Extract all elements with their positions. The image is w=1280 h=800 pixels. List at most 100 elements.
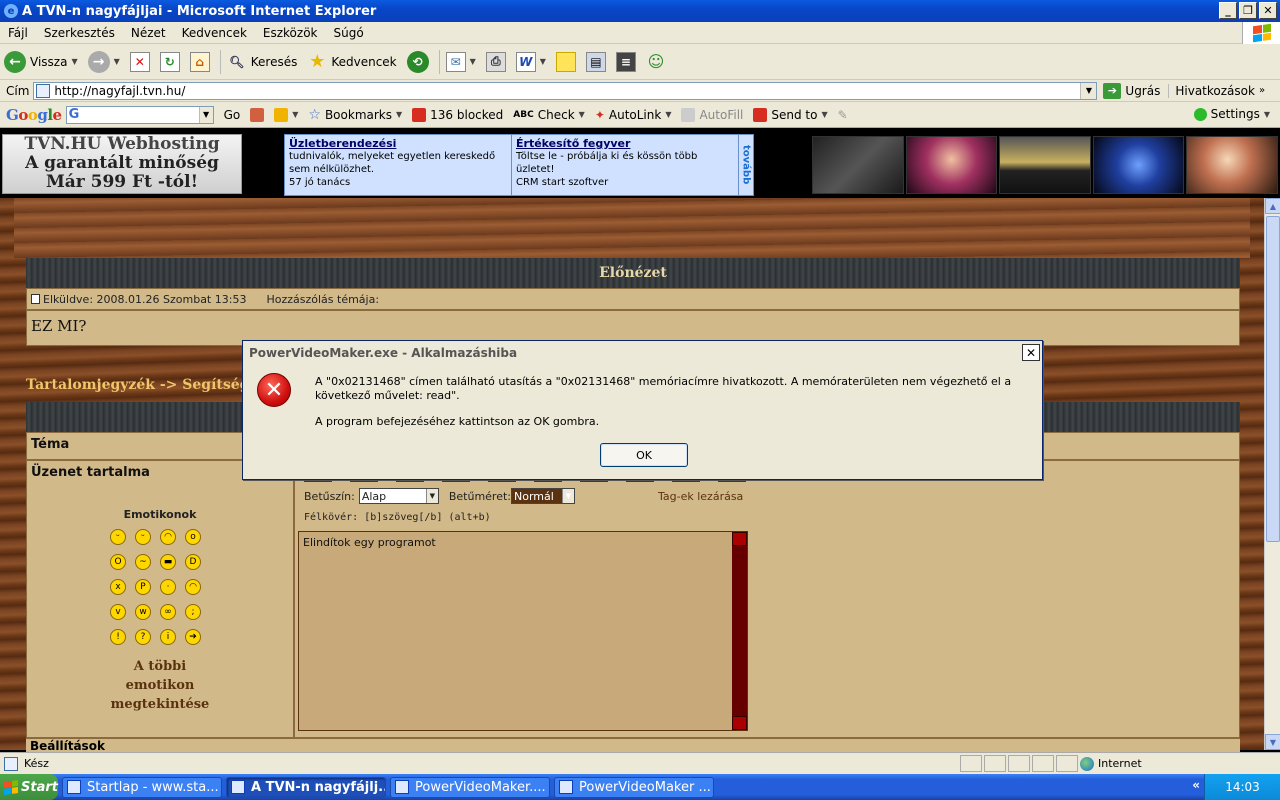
message-textarea[interactable]: Elindítok egy programot bbox=[298, 531, 748, 731]
address-input[interactable]: http://nagyfajl.tvn.hu/ ▼ bbox=[33, 81, 1098, 100]
restore-button[interactable]: ❐ bbox=[1239, 2, 1257, 19]
stop-button[interactable]: ✕ bbox=[129, 51, 150, 72]
highlight-icon[interactable]: ✎ bbox=[838, 108, 848, 122]
page-status-icon bbox=[4, 756, 18, 771]
forward-button[interactable]: → ▼ bbox=[87, 50, 120, 73]
close-tags-link[interactable]: Tag-ek lezárása bbox=[658, 490, 743, 503]
go-button[interactable]: ➔ Ugrás bbox=[1103, 82, 1160, 99]
google-go-button[interactable]: Go bbox=[224, 108, 241, 122]
more-emoticons-link[interactable]: A többi emotikon megtekintése bbox=[26, 657, 294, 714]
shocked-icon[interactable]: O bbox=[110, 554, 126, 570]
evil-icon[interactable]: v bbox=[110, 604, 126, 620]
smile-icon[interactable]: ᵕ bbox=[110, 529, 126, 545]
page-icon bbox=[36, 83, 51, 98]
exclamation-icon[interactable]: ! bbox=[110, 629, 126, 645]
grin-icon[interactable]: ᵕ bbox=[135, 529, 151, 545]
tray-expand-icon[interactable]: « bbox=[1192, 778, 1200, 792]
send-to-button[interactable]: Send to ▼ bbox=[753, 107, 828, 122]
menu-help[interactable]: Súgó bbox=[326, 26, 372, 40]
photo-5[interactable] bbox=[1186, 136, 1278, 194]
notes-button[interactable] bbox=[555, 51, 576, 72]
dialog-close-button[interactable]: ✕ bbox=[1022, 344, 1040, 361]
breadcrumb[interactable]: Tartalomjegyzék -> Segítség bbox=[26, 377, 249, 393]
ok-button[interactable]: OK bbox=[600, 443, 688, 467]
chevron-right-icon[interactable]: » bbox=[1259, 85, 1265, 96]
go-arrow-icon: ➔ bbox=[1103, 82, 1122, 99]
question-icon[interactable]: ? bbox=[135, 629, 151, 645]
popup-blocker-button[interactable]: 136 blocked bbox=[412, 107, 503, 122]
home-button[interactable]: ⌂ bbox=[189, 51, 210, 72]
close-window-button[interactable]: ✕ bbox=[1259, 2, 1277, 19]
autolink-button[interactable]: ✦ AutoLink ▼ bbox=[595, 108, 672, 122]
news-icon[interactable]: ▼ bbox=[274, 107, 298, 122]
task-startlap[interactable]: Startlap - www.sta... bbox=[62, 776, 222, 798]
task-tvn[interactable]: A TVN-n nagyfájlj... bbox=[226, 776, 386, 798]
photo-1[interactable] bbox=[812, 136, 904, 194]
bookmarks-button[interactable]: ☆ Bookmarks ▼ bbox=[308, 107, 402, 123]
embarrassed-icon[interactable]: · bbox=[160, 579, 176, 595]
standard-toolbar: ← Vissza ▼ → ▼ ✕ ↻ ⌂ 🔍︎ Keresés ★ Kedven… bbox=[0, 44, 1280, 80]
scroll-up-icon[interactable]: ▲ bbox=[1265, 198, 1280, 214]
ad-1[interactable]: Üzletberendezési tudnivalók, melyeket eg… bbox=[285, 135, 512, 195]
back-arrow-icon: ← bbox=[4, 50, 26, 73]
razz-icon[interactable]: P bbox=[135, 579, 151, 595]
laugh-icon[interactable]: D bbox=[185, 554, 201, 570]
chevron-down-icon[interactable]: ▼ bbox=[198, 106, 213, 123]
ad-2[interactable]: Értékesítő fegyver Töltse le - próbálja … bbox=[512, 135, 739, 195]
font-color-select[interactable]: Alap ▼ bbox=[358, 488, 439, 504]
autofill-button[interactable]: AutoFill bbox=[681, 107, 743, 122]
back-button[interactable]: ← Vissza ▼ bbox=[4, 50, 78, 73]
pagerank-icon[interactable] bbox=[250, 107, 265, 122]
surprised-icon[interactable]: o bbox=[185, 529, 201, 545]
mad-icon[interactable]: x bbox=[110, 579, 126, 595]
search-button[interactable]: 🔍︎ Keresés bbox=[227, 52, 297, 72]
history-button[interactable]: ⟲ bbox=[406, 50, 429, 73]
spellcheck-button[interactable]: ABC Check ▼ bbox=[513, 108, 585, 122]
confused-icon[interactable]: ~ bbox=[135, 554, 151, 570]
idea-icon[interactable]: i bbox=[160, 629, 176, 645]
scroll-down-icon[interactable] bbox=[732, 716, 747, 730]
archive-button[interactable]: ≡ bbox=[615, 51, 636, 72]
status-bar: Kész Internet bbox=[0, 752, 1280, 774]
textarea-scrollbar[interactable] bbox=[732, 532, 747, 730]
scroll-up-icon[interactable] bbox=[732, 532, 747, 546]
print-button[interactable]: ⎙ bbox=[485, 51, 506, 72]
roll-eyes-icon[interactable]: ∞ bbox=[160, 604, 176, 620]
more-ads-link[interactable]: tovább bbox=[739, 135, 753, 195]
twisted-icon[interactable]: w bbox=[135, 604, 151, 620]
chevron-down-icon[interactable]: ▼ bbox=[1080, 82, 1097, 99]
mail-button[interactable]: ✉ ▼ bbox=[445, 51, 476, 72]
links-button[interactable]: Hivatkozások bbox=[1168, 83, 1255, 98]
page-scrollbar[interactable]: ▲ ▼ bbox=[1264, 198, 1280, 750]
webhosting-banner[interactable]: TVN.HU Webhosting A garantált minőség Má… bbox=[2, 134, 242, 194]
task-powervideomaker-2[interactable]: PowerVideoMaker ... bbox=[554, 776, 714, 798]
scroll-down-icon[interactable]: ▼ bbox=[1265, 734, 1280, 750]
menu-tools[interactable]: Eszközök bbox=[255, 26, 326, 40]
google-search-input[interactable]: G ▼ bbox=[65, 105, 214, 124]
refresh-button[interactable]: ↻ bbox=[159, 51, 180, 72]
menu-favorites[interactable]: Kedvencek bbox=[174, 26, 255, 40]
menu-view[interactable]: Nézet bbox=[123, 26, 174, 40]
task-powervideomaker-1[interactable]: PowerVideoMaker.... bbox=[390, 776, 550, 798]
sad-icon[interactable]: ◠ bbox=[160, 529, 176, 545]
edit-button[interactable]: W ▼ bbox=[515, 51, 546, 72]
clock[interactable]: 14:03 bbox=[1225, 780, 1260, 794]
start-button[interactable]: Start bbox=[0, 774, 58, 800]
font-size-select[interactable]: Normál ▼ bbox=[511, 488, 575, 504]
cool-icon[interactable]: ▬ bbox=[160, 554, 176, 570]
messenger-button[interactable]: ☺ bbox=[646, 52, 666, 72]
favorites-button[interactable]: ★ Kedvencek bbox=[307, 51, 396, 72]
photo-2[interactable] bbox=[905, 136, 998, 194]
menu-file[interactable]: Fájl bbox=[0, 26, 36, 40]
cry-icon[interactable]: ◠ bbox=[185, 579, 201, 595]
google-settings-button[interactable]: Settings ▼ bbox=[1193, 107, 1270, 121]
photo-4[interactable] bbox=[1092, 136, 1185, 194]
arrow-icon[interactable]: ➔ bbox=[185, 629, 201, 645]
minimize-button[interactable]: _ bbox=[1219, 2, 1237, 19]
dialog-message: A "0x02131468" címen található utasítás … bbox=[315, 375, 1012, 402]
scroll-thumb[interactable] bbox=[1266, 216, 1280, 542]
photo-3[interactable] bbox=[999, 136, 1091, 194]
wink-icon[interactable]: ; bbox=[185, 604, 201, 620]
menu-edit[interactable]: Szerkesztés bbox=[36, 26, 123, 40]
research-button[interactable]: ▤ bbox=[585, 51, 606, 72]
